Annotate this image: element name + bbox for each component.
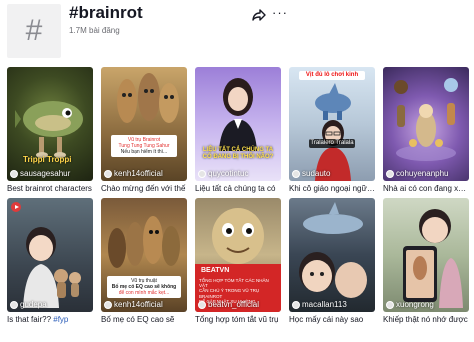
avatar — [198, 169, 206, 178]
avatar — [104, 300, 112, 309]
video-caption[interactable]: Khiếp thật nó nhớ được — [383, 315, 469, 324]
video-thumbnail[interactable]: Vũ trụ Brainrot Tung Tung Tung Sahur Nếu… — [101, 67, 187, 181]
video-card[interactable]: macallan113 Học mấy cái này sao — [289, 198, 375, 324]
video-author[interactable]: quycotintuc — [198, 169, 248, 178]
overlay-line: TỔNG HỢP TÓM TẮT CÁC NHÂN VẬT — [199, 278, 269, 289]
video-overlay-text: LIỆU TẤT CẢ CHÚNG TA CÓ ĐANG BỊ THỐI NÃO… — [202, 147, 274, 160]
video-author[interactable]: xuongrong — [386, 300, 434, 309]
avatar — [10, 300, 18, 309]
avatar — [292, 300, 300, 309]
video-thumbnail[interactable]: cohuyenanphu — [383, 67, 469, 181]
video-author[interactable]: kenh14official — [104, 169, 163, 178]
video-thumbnail[interactable]: LIỆU TẤT CẢ CHÚNG TA CÓ ĐANG BỊ THỐI NÃO… — [195, 67, 281, 181]
overlay-line: Nếu bạn hiểm ít thì... — [120, 149, 168, 155]
video-overlay-text: Tralalero Tralala — [309, 139, 355, 148]
hashtag-title: #brainrot — [69, 3, 143, 22]
avatar — [10, 169, 18, 178]
video-caption[interactable]: Tổng hợp tóm tắt vũ trụ — [195, 315, 281, 324]
author-name: gudepa — [20, 300, 47, 309]
avatar — [386, 169, 394, 178]
video-author[interactable]: sausagesahur — [10, 169, 70, 178]
avatar — [292, 169, 300, 178]
video-thumbnail[interactable]: Vũ trụ thuật Bố mẹ có EQ cao sẽ không để… — [101, 198, 187, 312]
video-caption[interactable]: Học mấy cái này sao — [289, 315, 375, 324]
child-with-toys-illustration — [23, 227, 81, 308]
video-author[interactable]: gudepa — [10, 300, 47, 309]
author-name: cohuyenanphu — [396, 169, 449, 178]
avatar — [386, 300, 394, 309]
brainrot-characters-illustration — [108, 216, 180, 268]
video-thumbnail[interactable]: Trippi Troppi sausagesahur — [7, 67, 93, 181]
video-author[interactable]: sudauto — [292, 169, 330, 178]
video-card[interactable]: Vịt đủ lô chơi kinh Tralalero Tralala su… — [289, 67, 375, 193]
fish-character-illustration — [15, 101, 83, 158]
video-thumbnail[interactable]: macallan113 — [289, 198, 375, 312]
video-overlay-text: Trippi Troppi — [23, 155, 72, 164]
video-card[interactable]: gudepa Is that fair?? #fyp — [7, 198, 93, 324]
overlay-line: CẦN CHÚ Ý TRONG VŨ TRỤ BRAINROT — [199, 288, 260, 299]
video-author[interactable]: macallan113 — [292, 300, 347, 309]
shark-sticker-illustration — [315, 83, 351, 120]
video-card[interactable]: Vũ trụ Brainrot Tung Tung Tung Sahur Nếu… — [101, 67, 187, 193]
post-count: 1.7M bài đăng — [69, 26, 120, 35]
hashtag-link[interactable]: #fyp — [53, 315, 68, 324]
hashtag-icon: # — [7, 4, 61, 58]
caption-text: Is that fair?? — [7, 315, 54, 324]
author-name: sudauto — [302, 169, 331, 178]
video-caption[interactable]: Nhà ai có con đang xem — [383, 184, 469, 193]
video-caption[interactable]: Chào mừng đến với thế — [101, 184, 187, 193]
author-name: kenh14official — [114, 169, 163, 178]
video-card[interactable]: Trippi Troppi sausagesahur Best brainrot… — [7, 67, 93, 193]
author-name: macallan113 — [302, 300, 347, 309]
author-name: kenh14official — [114, 300, 163, 309]
video-overlay-card: Vũ trụ thuật Bố mẹ có EQ cao sẽ không để… — [107, 276, 181, 298]
author-name: beatvn_official — [208, 300, 259, 309]
author-name: sausagesahur — [20, 169, 71, 178]
more-options-icon[interactable]: ··· — [272, 6, 288, 20]
video-caption[interactable]: Bố mẹ có EQ cao sẽ — [101, 315, 187, 324]
wooden-face-illustration — [212, 208, 264, 264]
video-caption[interactable]: Liệu tất cả chúng ta có — [195, 184, 281, 193]
presenter-illustration — [219, 78, 257, 151]
avatar — [104, 169, 112, 178]
video-caption[interactable]: Best brainrot characters — [7, 184, 93, 193]
video-card[interactable]: LIỆU TẤT CẢ CHÚNG TA CÓ ĐANG BỊ THỐI NÃO… — [195, 67, 281, 193]
record-icon — [11, 202, 21, 212]
hash-symbol: # — [25, 14, 43, 47]
video-card[interactable]: cohuyenanphu Nhà ai có con đang xem — [383, 67, 469, 193]
video-thumbnail[interactable]: xuongrong — [383, 198, 469, 312]
video-author[interactable]: cohuyenanphu — [386, 169, 449, 178]
video-overlay-card: Vũ trụ Brainrot Tung Tung Tung Sahur Nếu… — [111, 135, 177, 157]
video-card[interactable]: xuongrong Khiếp thật nó nhớ được — [383, 198, 469, 324]
overlay-line: để con mình mắc kẹt... — [118, 290, 170, 296]
author-name: xuongrong — [396, 300, 434, 309]
video-caption[interactable]: Khi cô giáo ngoại ngữ lớp — [289, 184, 375, 193]
video-card[interactable]: BEATVN TỔNG HỢP TÓM TẮT CÁC NHÂN VẬT CẦN… — [195, 198, 281, 324]
video-thumbnail[interactable]: gudepa — [7, 198, 93, 312]
child-with-phone-illustration — [403, 209, 463, 308]
wooden-characters-illustration — [117, 73, 179, 123]
child-and-shark-illustration — [299, 202, 367, 298]
video-thumbnail[interactable]: Vịt đủ lô chơi kinh Tralalero Tralala su… — [289, 67, 375, 181]
author-name: quycotintuc — [208, 169, 249, 178]
avatar — [198, 300, 206, 309]
brainrot-characters-collage — [394, 78, 458, 161]
video-overlay-top: Vịt đủ lô chơi kinh — [299, 71, 365, 80]
hashtag-header: # #brainrot 1.7M bài đăng ··· — [0, 0, 474, 62]
video-card[interactable]: Vũ trụ thuật Bố mẹ có EQ cao sẽ không để… — [101, 198, 187, 324]
video-author[interactable]: beatvn_official — [198, 300, 259, 309]
video-grid: Trippi Troppi sausagesahur Best brainrot… — [7, 67, 469, 324]
video-thumbnail[interactable]: BEATVN TỔNG HỢP TÓM TẮT CÁC NHÂN VẬT CẦN… — [195, 198, 281, 312]
video-caption[interactable]: Is that fair?? #fyp — [7, 315, 93, 324]
video-author[interactable]: kenh14official — [104, 300, 163, 309]
share-arrow-icon[interactable] — [252, 8, 266, 22]
overlay-brand: BEATVN — [201, 267, 230, 274]
